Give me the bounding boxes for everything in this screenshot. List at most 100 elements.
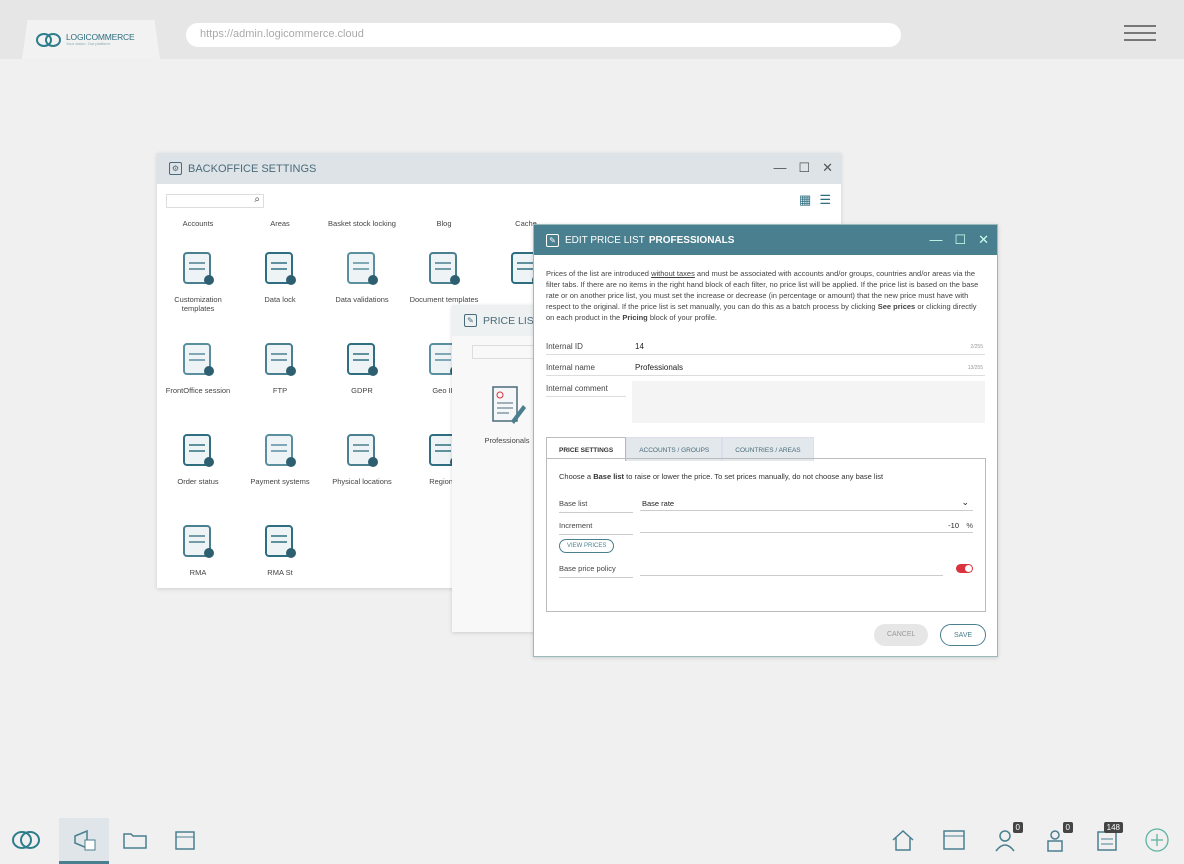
search-input[interactable]: ⌕ xyxy=(166,194,264,208)
data-validation-icon xyxy=(342,249,382,289)
url-field[interactable]: https://admin.logicommerce.cloud xyxy=(186,23,901,47)
settings-item-blog[interactable]: Blog xyxy=(403,219,485,228)
padlock-icon xyxy=(260,249,300,289)
base-list-label: Base list xyxy=(559,499,633,513)
top-bar: LOGICOMMERCE Your vision. Our platform. … xyxy=(0,0,1184,59)
grid-view-icon[interactable]: ▦ xyxy=(799,192,811,208)
base-price-policy-row: Base price policy xyxy=(559,562,973,578)
edit-price-list-window: ✎ EDIT PRICE LIST PROFESSIONALS — ☐ ✕ Pr… xyxy=(533,224,998,657)
intro-text: Prices of the list are introduced withou… xyxy=(546,269,979,322)
settings-item[interactable]: RMA St xyxy=(239,522,321,577)
policy-toggle[interactable] xyxy=(956,564,973,573)
view-prices-button[interactable]: VIEW PRICES xyxy=(559,539,615,553)
user-badge: 0 xyxy=(1012,822,1023,833)
settings-item-label: Data validations xyxy=(335,295,389,304)
maximize-icon[interactable]: ☐ xyxy=(798,160,810,176)
logo-home-icon[interactable] xyxy=(12,826,40,854)
orders-icon[interactable]: 148 xyxy=(1093,822,1123,854)
increment-input[interactable]: -10 xyxy=(640,519,973,533)
internal-comment-field[interactable] xyxy=(632,381,985,423)
brand-name: LOGICOMMERCE xyxy=(66,31,135,42)
folder-icon[interactable] xyxy=(121,826,149,854)
document-icon xyxy=(424,249,464,289)
customer-badge: 0 xyxy=(1062,822,1073,833)
base-list-info: Choose a Base list to raise or lower the… xyxy=(559,472,884,481)
box-icon[interactable] xyxy=(171,826,199,854)
home-icon[interactable] xyxy=(889,826,917,854)
settings-item[interactable]: Document templates xyxy=(403,249,485,304)
close-icon[interactable]: ✕ xyxy=(822,160,833,176)
settings-item-label: GDPR xyxy=(351,386,373,395)
settings-item[interactable]: Physical locations xyxy=(321,431,403,486)
title-prefix: EDIT PRICE LIST xyxy=(565,234,645,246)
settings-item-label: Physical locations xyxy=(332,477,392,486)
settings-item[interactable]: Payment systems xyxy=(239,431,321,486)
settings-item[interactable]: Customization templates xyxy=(157,249,239,313)
customization-icon xyxy=(178,249,218,289)
settings-item[interactable]: FrontOffice session xyxy=(157,340,239,395)
settings-item[interactable]: Order status xyxy=(157,431,239,486)
list-view-icon[interactable]: ☰ xyxy=(819,192,831,208)
title-name: PROFESSIONALS xyxy=(648,234,735,246)
base-list-row: Base list Base rate ⌄ xyxy=(559,497,973,513)
window-title: BACKOFFICE SETTINGS xyxy=(188,162,317,175)
settings-item-accounts[interactable]: Accounts xyxy=(157,219,239,228)
dashboard-icon[interactable] xyxy=(940,826,968,854)
internal-name-field[interactable]: Internal name Professionals 13/255 xyxy=(546,362,985,376)
marketing-icon[interactable] xyxy=(71,826,99,854)
chevron-down-icon: ⌄ xyxy=(961,497,969,507)
cart-icon xyxy=(178,340,218,380)
price-list-icon: ✎ xyxy=(464,314,477,327)
order-status-icon xyxy=(178,431,218,471)
settings-item[interactable]: RMA xyxy=(157,522,239,577)
maximize-icon[interactable]: ☐ xyxy=(954,232,966,248)
settings-item[interactable]: FTP xyxy=(239,340,321,395)
percent-unit: % xyxy=(966,521,973,530)
menu-icon[interactable] xyxy=(1124,25,1156,41)
wallet-icon xyxy=(260,431,300,471)
settings-item-label: Data lock xyxy=(264,295,296,304)
settings-item[interactable]: Data lock xyxy=(239,249,321,304)
add-icon[interactable] xyxy=(1143,826,1171,854)
base-list-select[interactable]: Base rate ⌄ xyxy=(640,497,973,511)
close-icon[interactable]: ✕ xyxy=(978,232,989,248)
price-list-document-icon xyxy=(492,386,526,424)
brand-tagline: Your vision. Our platform. xyxy=(66,41,111,47)
settings-window-icon: ⚙ xyxy=(169,162,182,175)
price-settings-panel: Choose a Base list to raise or lower the… xyxy=(546,458,986,612)
logo-tab[interactable]: LOGICOMMERCE Your vision. Our platform. xyxy=(22,20,160,59)
settings-item[interactable]: Data validations xyxy=(321,249,403,304)
save-button[interactable]: SAVE xyxy=(940,624,987,646)
settings-item-label: Document templates xyxy=(409,295,479,304)
minimize-icon[interactable]: — xyxy=(773,160,786,176)
rma-icon xyxy=(178,522,218,562)
cancel-button[interactable]: CANCEL xyxy=(874,624,929,646)
user-icon[interactable]: 0 xyxy=(991,822,1023,854)
taskbar: 0 0 148 xyxy=(0,818,1184,864)
customer-icon[interactable]: 0 xyxy=(1041,822,1073,854)
store-icon xyxy=(342,431,382,471)
settings-item-areas[interactable]: Areas xyxy=(239,219,321,228)
gdpr-icon xyxy=(342,340,382,380)
rma-status-icon xyxy=(260,522,300,562)
settings-item-label: Order status xyxy=(177,477,219,486)
increment-label: Increment xyxy=(559,521,633,535)
settings-item-label: RMA St xyxy=(267,568,293,577)
minimize-icon[interactable]: — xyxy=(929,232,942,248)
internal-id-field[interactable]: Internal ID 14 2/255 xyxy=(546,341,985,355)
logo-icon xyxy=(36,32,62,47)
settings-item-label: Payment systems xyxy=(250,477,310,486)
policy-label: Base price policy xyxy=(559,564,633,578)
settings-item-label: FTP xyxy=(272,386,288,395)
settings-item-basket-stock-locking[interactable]: Basket stock locking xyxy=(321,219,403,228)
orders-badge: 148 xyxy=(1103,822,1123,833)
settings-item[interactable]: GDPR xyxy=(321,340,403,395)
settings-item-label: RMA xyxy=(189,568,207,577)
settings-item-label: FrontOffice session xyxy=(165,386,231,395)
settings-item-label: Customization templates xyxy=(174,295,222,313)
increment-row: Increment -10 % xyxy=(559,519,973,535)
edit-icon: ✎ xyxy=(546,233,559,247)
internal-comment-label: Internal comment xyxy=(546,383,626,397)
search-icon[interactable]: ⌕ xyxy=(254,194,260,205)
ftp-icon xyxy=(260,340,300,380)
